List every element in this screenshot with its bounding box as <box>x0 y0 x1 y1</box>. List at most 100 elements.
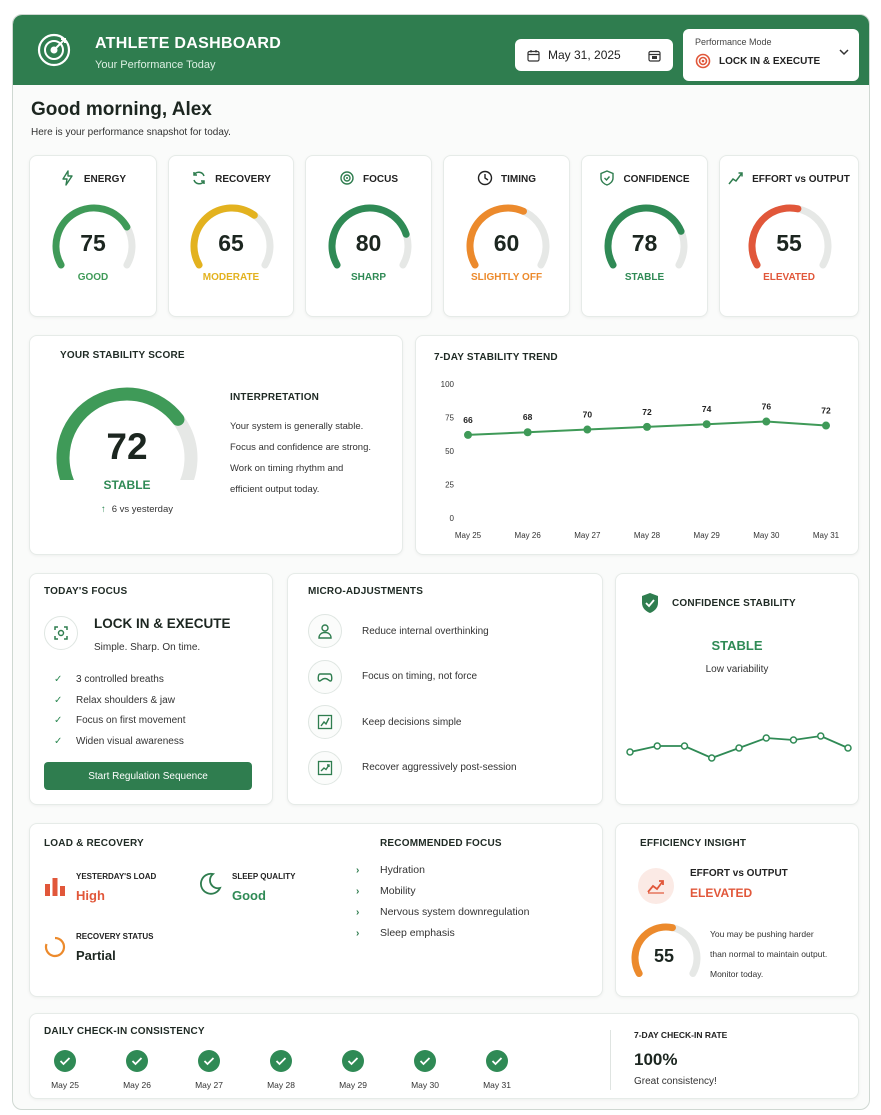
checkin-rate-label: 7-DAY CHECK-IN RATE <box>634 1030 728 1040</box>
stability-score-title: YOUR STABILITY SCORE <box>60 350 185 361</box>
metric-card-effort-vs-output[interactable]: EFFORT vs OUTPUT 55 ELEVATED <box>719 155 859 317</box>
focus-tagline: Simple. Sharp. On time. <box>94 642 201 653</box>
micro-adjustment-item[interactable]: Recover aggressively post-session <box>308 750 517 785</box>
sparkline-point <box>735 744 743 752</box>
chevron-down-icon <box>839 49 849 56</box>
efficiency-insight-card: EFFICIENCY INSIGHT EFFORT vs OUTPUT ELEV… <box>615 823 859 997</box>
metric-label: CONFIDENCE <box>623 174 690 185</box>
checkin-divider <box>610 1030 611 1090</box>
date-picker[interactable]: May 31, 2025 <box>515 39 673 71</box>
load-recovery-card: LOAD & RECOVERY YESTERDAY'S LOAD High SL… <box>29 823 603 997</box>
moon-icon <box>200 872 222 895</box>
metric-value: 80 <box>355 230 382 256</box>
metric-label: ENERGY <box>83 174 127 185</box>
start-regulation-button[interactable]: Start Regulation Sequence <box>44 762 252 790</box>
micro-adjustment-item[interactable]: Reduce internal overthinking <box>308 614 489 648</box>
checkin-day-label: May 27 <box>195 1080 223 1090</box>
metric-card-focus[interactable]: FOCUS 80 SHARP <box>305 155 432 317</box>
checkin-day: May 25 <box>40 1050 90 1090</box>
metric-header: EFFORT vs OUTPUT <box>720 170 858 189</box>
app-header: ATHLETE DASHBOARD Your Performance Today… <box>13 15 869 85</box>
trend-point <box>464 430 472 439</box>
metric-label: FOCUS <box>363 174 398 185</box>
check-circle-icon <box>414 1050 436 1072</box>
metric-card-confidence[interactable]: CONFIDENCE 78 STABLE <box>581 155 708 317</box>
stability-status: STABLE <box>103 478 151 492</box>
recovery-status-label: RECOVERY STATUS <box>76 932 154 941</box>
metric-status: SLIGHTLY OFF <box>470 272 543 283</box>
metric-value: 75 <box>80 230 106 256</box>
trend-point <box>583 425 592 434</box>
performance-mode-select[interactable]: Performance Mode LOCK IN & EXECUTE <box>683 29 859 81</box>
calendar-picker-icon[interactable] <box>648 49 661 62</box>
metric-status: GOOD <box>77 272 109 283</box>
metric-value: 55 <box>776 230 802 256</box>
micro-adjustments-card: MICRO-ADJUSTMENTS Reduce internal overth… <box>287 573 603 805</box>
target-icon <box>339 170 355 189</box>
metric-value: 60 <box>493 230 520 256</box>
metric-card-energy[interactable]: ENERGY 75 GOOD <box>29 155 157 317</box>
interpretation-text: Your system is generally stable. Focus an… <box>230 416 371 500</box>
trend-data-label: 76 <box>762 402 772 412</box>
todays-focus-card: TODAY'S FOCUS LOCK IN & EXECUTE Simple. … <box>29 573 273 805</box>
x-tick-label: May 30 <box>753 531 780 540</box>
sparkline-point <box>653 742 661 750</box>
sleep-quality-value: Good <box>232 888 266 903</box>
target-icon <box>695 53 711 69</box>
metric-card-timing[interactable]: TIMING 60 SLIGHTLY OFF <box>443 155 570 317</box>
efficiency-title: EFFICIENCY INSIGHT <box>640 838 747 849</box>
metric-value: 78 <box>631 230 658 256</box>
check-circle-icon <box>198 1050 220 1072</box>
sparkline-point <box>789 736 798 744</box>
chevron-right-icon: › <box>356 906 360 918</box>
recommended-focus-label: Sleep emphasis <box>380 927 455 939</box>
recovery-status-value: Partial <box>76 948 116 963</box>
checkin-rate-note: Great consistency! <box>634 1076 717 1087</box>
recommended-focus-title: RECOMMENDED FOCUS <box>380 838 502 849</box>
confidence-title: CONFIDENCE STABILITY <box>672 598 796 609</box>
micro-adjustment-label: Keep decisions simple <box>362 716 462 728</box>
trend-data-label: 68 <box>523 412 533 422</box>
trend-data-label: 66 <box>463 415 473 425</box>
micro-adjustment-label: Reduce internal overthinking <box>362 625 489 637</box>
efficiency-note-line: Monitor today. <box>710 969 764 979</box>
micro-adjustment-item[interactable]: Keep decisions simple <box>308 705 462 739</box>
sparkline-point <box>844 744 852 752</box>
app-subtitle: Your Performance Today <box>95 59 216 71</box>
checkin-card: DAILY CHECK-IN CONSISTENCY May 25 May 26 M… <box>29 1013 859 1099</box>
metric-header: CONFIDENCE <box>582 170 707 189</box>
metric-header: FOCUS <box>306 170 431 189</box>
confidence-stability-card: CONFIDENCE STABILITY STABLE Low variabil… <box>615 573 859 805</box>
checkin-title: DAILY CHECK-IN CONSISTENCY <box>44 1026 205 1037</box>
shield-icon <box>599 170 615 189</box>
recommended-focus-label: Nervous system downregulation <box>380 906 530 918</box>
efficiency-note: You may be pushing harder than normal to … <box>710 924 827 984</box>
recommended-focus-item: › Mobility <box>356 885 416 897</box>
bar-chart-icon <box>45 878 65 896</box>
sparkline-point <box>680 742 689 750</box>
sparkline-point <box>762 734 770 742</box>
focus-icon-badge <box>44 616 78 650</box>
recommended-focus-item: › Sleep emphasis <box>356 927 455 939</box>
recommended-focus-label: Hydration <box>380 864 425 876</box>
checkin-day-label: May 28 <box>267 1080 295 1090</box>
micro-adjustment-item[interactable]: Focus on timing, not force <box>308 659 478 694</box>
target-logo-icon <box>37 33 71 67</box>
y-tick-label: 25 <box>445 481 454 490</box>
trend-point <box>523 428 532 437</box>
checkin-day-label: May 26 <box>123 1080 151 1090</box>
shield-check-icon <box>642 593 658 613</box>
check-circle-icon <box>54 1050 76 1072</box>
effort-output-status: ELEVATED <box>690 886 753 900</box>
metric-card-recovery[interactable]: RECOVERY 65 MODERATE <box>168 155 294 317</box>
trend-point <box>643 422 651 431</box>
metric-label: TIMING <box>501 174 536 185</box>
y-tick-label: 100 <box>441 380 455 389</box>
metric-status: ELEVATED <box>763 272 815 283</box>
checkin-rate-value: 100% <box>634 1050 678 1069</box>
interpretation-line: efficient output today. <box>230 484 320 495</box>
micro-adjustment-label: Focus on timing, not force <box>362 671 478 682</box>
check-icon: ✓ <box>54 694 63 706</box>
metric-value: 65 <box>218 230 244 256</box>
chart-icon <box>308 705 342 739</box>
